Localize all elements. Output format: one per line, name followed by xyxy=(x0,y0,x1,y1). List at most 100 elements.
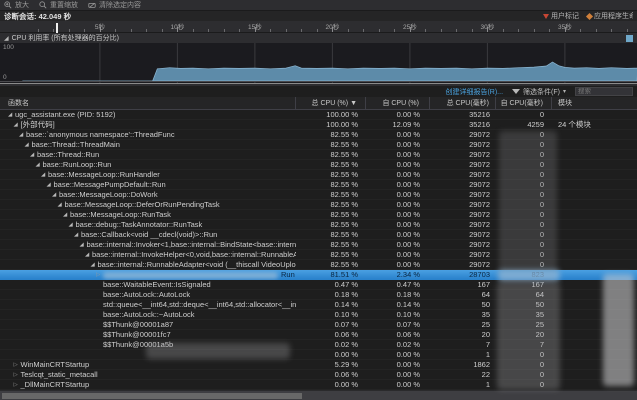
module-name xyxy=(552,200,637,210)
redacted-function-name xyxy=(103,272,278,279)
self-cpu-pct: 0.00 % xyxy=(366,260,430,270)
collapse-icon[interactable]: ◢ xyxy=(8,110,15,120)
function-name-cell: ◢base::debug::TaskAnnotator::RunTask xyxy=(0,220,296,230)
total-cpu-ms: 29072 xyxy=(430,190,496,200)
total-cpu-ms: 25 xyxy=(430,320,496,330)
collapse-icon[interactable]: ◢ xyxy=(85,250,92,260)
total-cpu-pct: 82.55 % xyxy=(296,130,366,140)
search-input[interactable] xyxy=(575,87,633,96)
self-cpu-pct: 0.00 % xyxy=(366,350,430,360)
collapse-icon[interactable]: ◢ xyxy=(74,230,81,240)
function-name: $$Thunk@00001a87 xyxy=(103,320,173,330)
self-cpu-pct: 0.00 % xyxy=(366,150,430,160)
collapse-icon[interactable]: ◢ xyxy=(19,130,26,140)
chart-expand-icon[interactable]: ◢ xyxy=(4,35,9,42)
col-self-cpu-ms[interactable]: 自 CPU(毫秒) xyxy=(496,97,552,110)
app-lifecycle-label: 应用程序生命周期 xyxy=(594,11,633,21)
module-name xyxy=(552,220,637,230)
app-lifecycle-legend[interactable]: 应用程序生命周期 xyxy=(587,11,633,21)
ruler-tick xyxy=(317,29,318,32)
function-name-cell: ◢[外部代码] xyxy=(0,120,296,130)
module-name: 24 个模块 xyxy=(552,120,637,130)
total-cpu-pct: 100.00 % xyxy=(296,110,366,120)
function-name: base::Thread::Run xyxy=(37,150,99,160)
col-total-cpu-ms[interactable]: 总 CPU(毫秒) xyxy=(430,97,496,110)
call-tree-header: 函数名 总 CPU (%) ▼ 自 CPU (%) 总 CPU(毫秒) 自 CP… xyxy=(0,97,637,110)
function-name-cell: base::AutoLock::~AutoLock xyxy=(0,310,296,320)
session-row: 诊断会话: 42.049 秒 用户标记 应用程序生命周期 xyxy=(0,11,637,21)
function-name: base::WaitableEvent::IsSignaled xyxy=(103,280,211,290)
scrollbar-thumb[interactable] xyxy=(2,393,302,399)
function-name: $$Thunk@00001fc7 xyxy=(103,330,171,340)
reset-zoom-button[interactable]: 重置缩放 xyxy=(39,0,78,10)
user-marks-legend[interactable]: 用户标记 xyxy=(543,11,579,21)
total-cpu-pct: 0.06 % xyxy=(296,370,366,380)
total-cpu-pct: 82.55 % xyxy=(296,190,366,200)
col-module[interactable]: 模块 xyxy=(552,97,637,110)
collapse-icon[interactable]: ◢ xyxy=(63,210,70,220)
ruler-tick xyxy=(84,29,85,32)
ruler-tick xyxy=(549,29,550,32)
total-cpu-ms: 22 xyxy=(430,370,496,380)
collapse-icon[interactable]: ◢ xyxy=(69,220,76,230)
total-cpu-ms: 64 xyxy=(430,290,496,300)
function-name: base::MessageLoop::DoWork xyxy=(59,190,158,200)
function-name-cell: base::AutoLock::AutoLock xyxy=(0,290,296,300)
filter-dropdown[interactable]: 筛选条件(F) ▾ xyxy=(512,87,566,97)
self-cpu-pct: 0.00 % xyxy=(366,200,430,210)
module-name xyxy=(552,110,637,120)
app-lifecycle-icon xyxy=(586,12,593,19)
self-cpu-pct: 0.07 % xyxy=(366,320,430,330)
ruler-tick xyxy=(348,29,349,32)
collapse-icon[interactable]: ◢ xyxy=(14,120,21,130)
collapse-icon[interactable]: ◢ xyxy=(47,180,54,190)
total-cpu-pct: 0.14 % xyxy=(296,300,366,310)
col-function-name[interactable]: 函数名 xyxy=(0,97,296,110)
col-total-cpu-pct[interactable]: 总 CPU (%) ▼ xyxy=(296,97,366,110)
total-cpu-ms: 1 xyxy=(430,350,496,360)
total-cpu-pct: 0.00 % xyxy=(296,350,366,360)
table-row[interactable]: ◢[外部代码]100.00 %12.09 %35216425924 个模块 xyxy=(0,120,637,130)
horizontal-scrollbar[interactable] xyxy=(0,390,637,400)
collapse-icon[interactable]: ◢ xyxy=(30,150,37,160)
user-marks-label: 用户标记 xyxy=(551,11,579,21)
function-name-cell: ◢base::MessageLoop::RunHandler xyxy=(0,170,296,180)
col-self-cpu-pct[interactable]: 自 CPU (%) xyxy=(366,97,430,110)
ruler-tick xyxy=(611,29,612,32)
total-cpu-pct: 82.55 % xyxy=(296,150,366,160)
collapse-icon[interactable]: ◢ xyxy=(41,170,48,180)
collapse-icon[interactable]: ◢ xyxy=(36,160,43,170)
timeline-ruler[interactable]: 5秒10秒15秒20秒25秒30秒35秒 xyxy=(0,21,637,33)
total-cpu-ms: 167 xyxy=(430,280,496,290)
total-cpu-pct: 82.55 % xyxy=(296,160,366,170)
expand-icon[interactable]: ▷ xyxy=(14,360,21,370)
collapse-icon[interactable]: ◢ xyxy=(91,260,98,270)
table-row[interactable]: ◢ugc_assistant.exe (PID: 5192)100.00 %0.… xyxy=(0,110,637,120)
module-name xyxy=(552,140,637,150)
cpu-chart-header[interactable]: ◢ CPU 利用率 (所有处理器的百分比) xyxy=(0,33,637,43)
expand-icon[interactable]: ▷ xyxy=(14,380,21,390)
cpu-utilization-chart[interactable]: 100 0 xyxy=(0,43,637,83)
ruler-tick xyxy=(53,29,54,32)
collapse-icon[interactable]: ◢ xyxy=(25,140,32,150)
collapse-icon[interactable]: ◢ xyxy=(52,190,59,200)
timeline-cursor[interactable] xyxy=(56,23,58,33)
collapse-icon[interactable]: ◢ xyxy=(58,200,65,210)
function-name: base::debug::TaskAnnotator::RunTask xyxy=(76,220,203,230)
self-cpu-pct: 0.10 % xyxy=(366,310,430,320)
total-cpu-pct: 0.10 % xyxy=(296,310,366,320)
expand-icon[interactable]: ▷ xyxy=(96,270,103,280)
collapse-icon[interactable]: ◢ xyxy=(80,240,87,250)
ruler-tick xyxy=(115,29,116,32)
function-name: base::Thread::ThreadMain xyxy=(32,140,120,150)
expand-icon[interactable]: ▷ xyxy=(14,370,21,380)
function-name: base::AutoLock::AutoLock xyxy=(103,290,190,300)
reset-zoom-label: 重置缩放 xyxy=(50,0,78,10)
clear-selection-label: 清除选定内容 xyxy=(99,0,141,10)
ruler-tick xyxy=(301,29,302,32)
function-name: Teslcqt_static_metacall xyxy=(21,370,98,380)
cpu-legend-swatch-icon xyxy=(626,35,633,42)
zoom-in-button[interactable]: 放大 xyxy=(4,0,29,10)
create-report-link[interactable]: 创建详细报告(R)... xyxy=(445,87,503,97)
clear-selection-button[interactable]: 清除选定内容 xyxy=(88,0,141,10)
